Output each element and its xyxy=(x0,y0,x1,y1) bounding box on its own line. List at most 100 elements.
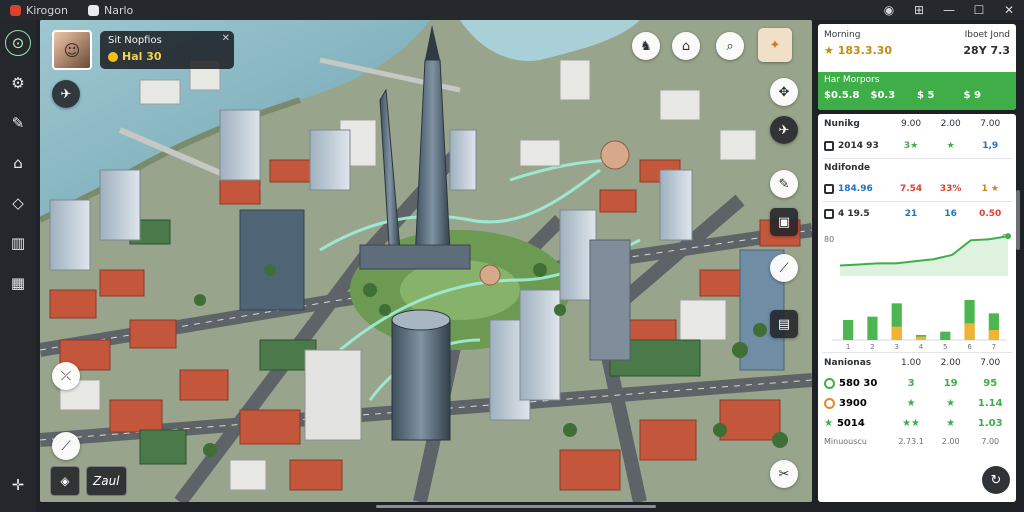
bar-tick-label: 5 xyxy=(943,343,947,350)
city-funds-value: Hal 30 xyxy=(122,50,162,63)
zone-tool-icon[interactable]: ▣ xyxy=(770,208,798,236)
count-cell: ★ xyxy=(946,397,956,409)
bar-tick-label: 4 xyxy=(919,343,924,350)
budget-value: $ 5 xyxy=(917,90,935,101)
bar-tick-label: 2 xyxy=(870,343,874,350)
pipe-tool-icon[interactable]: ⟋ xyxy=(770,254,798,282)
close-button[interactable]: ✕ xyxy=(994,0,1024,20)
ruler-icon[interactable]: ⟋ xyxy=(52,432,80,460)
table-row[interactable]: 4 19.5 21 16 0.50 xyxy=(818,202,1016,226)
count-cell: 580 30 xyxy=(839,377,878,389)
square-icon xyxy=(824,184,834,194)
building-icon[interactable]: ⌂ xyxy=(5,150,31,176)
layers-icon[interactable]: ◇ xyxy=(5,190,31,216)
bar xyxy=(940,331,951,340)
count-cell: 1.14 xyxy=(977,397,1003,409)
move-tool-icon[interactable]: ✥ xyxy=(770,78,798,106)
header-cell: 2.00 xyxy=(940,358,961,368)
count-header: Nanionas 1.00 2.00 7.00 xyxy=(818,353,1016,373)
count-cell: ★ xyxy=(906,397,916,409)
line-chart-point xyxy=(1005,233,1011,240)
table-row[interactable]: 2014 93 3★ ★ 1,9 xyxy=(818,134,1016,158)
bar-tick-label: 3 xyxy=(894,343,898,350)
city-info-card[interactable]: ☺ Sit Nopfios Hal 30 ✕ xyxy=(52,28,238,72)
detail-card: Nunikg 9.00 2.00 7.00 2014 93 3★ ★ 1,9 N… xyxy=(818,114,1016,502)
bar-tick-label: 7 xyxy=(992,343,996,350)
store-icon[interactable]: ▦ xyxy=(5,270,31,296)
bar xyxy=(843,320,854,340)
compass-icon[interactable]: ⊙ xyxy=(5,30,31,56)
road-tool-icon[interactable]: ⤫ xyxy=(52,362,80,390)
grid-icon[interactable]: ⊞ xyxy=(904,0,934,20)
edit-tool-icon[interactable]: ✎ xyxy=(770,170,798,198)
search-icon[interactable]: ⌕ xyxy=(716,32,744,60)
list-item[interactable]: 3900 ★ ★ 1.14 xyxy=(818,393,1016,413)
square-icon xyxy=(824,209,834,219)
panel-scrollbar[interactable] xyxy=(1016,190,1020,250)
header-cell: Nanionas xyxy=(824,358,872,368)
card-close-button[interactable]: ✕ xyxy=(222,33,230,44)
line-chart-svg: 809 xyxy=(824,233,1011,276)
bar-segment xyxy=(964,323,975,340)
city-funds: Hal 30 xyxy=(108,50,226,63)
header-cell: 7.00 xyxy=(980,119,1001,129)
flight-path-icon[interactable]: ✈ xyxy=(770,116,798,144)
zoom-tool-button[interactable]: Zaul xyxy=(86,466,127,496)
bulldoze-icon[interactable]: ✂ xyxy=(770,460,798,488)
shield-icon[interactable]: ◈ xyxy=(50,466,80,496)
globe-icon[interactable]: ◉ xyxy=(874,0,904,20)
header-cell: 7.00 xyxy=(980,358,1001,368)
app-tab[interactable]: Kirogon xyxy=(0,0,78,20)
gear-icon[interactable]: ⚙ xyxy=(5,70,31,96)
row-cell: 16 xyxy=(944,209,957,219)
row-cell: 2014 93 xyxy=(838,141,879,151)
fire-station-icon[interactable]: ♞ xyxy=(632,32,660,60)
airplane-icon[interactable]: ✈ xyxy=(52,80,80,108)
header-cell: 2.00 xyxy=(940,119,961,129)
second-tab-label: Narlo xyxy=(103,3,134,17)
line-chart-area xyxy=(840,236,1008,276)
section-title: Ndifonde xyxy=(824,163,871,173)
table-row[interactable]: 184.96 7.54 33% 1 ★ xyxy=(818,177,1016,201)
app-window: Kirogon Narlo ◉ ⊞ — ☐ ✕ ⊙ ⚙ ✎ ⌂ ◇ ▥ ▦ ✛ xyxy=(0,0,1024,512)
footer-cell: Minuouscu xyxy=(824,436,867,446)
maximize-button[interactable]: ☐ xyxy=(964,0,994,20)
budget-banner[interactable]: Har Morpors $0.5.8 $0.3 $ 5 $ 9 xyxy=(818,72,1016,110)
right-panel: Morning Iboet Jond ★ 183.3.30 28Y 7.3 Ha… xyxy=(818,20,1018,504)
document-icon xyxy=(87,4,99,16)
add-icon[interactable]: ✛ xyxy=(5,472,31,498)
bar-segment xyxy=(988,330,999,340)
minimize-button[interactable]: — xyxy=(934,0,964,20)
wrench-icon[interactable]: ✎ xyxy=(5,110,31,136)
row-cell: 1,9 xyxy=(982,141,999,151)
city-map-viewport[interactable]: ☺ Sit Nopfios Hal 30 ✕ ✈ ⤫ ⟋ ♞ ⌂ ⌕ ✦ ✥ ✈… xyxy=(40,20,812,502)
title-bar: Kirogon Narlo ◉ ⊞ — ☐ ✕ xyxy=(0,0,1024,20)
bar-chart-svg: 1 2 3 4 5 6 7 xyxy=(832,300,1006,351)
bottom-toolbar: ◈ Zaul xyxy=(50,466,127,496)
count-cell: ★★ xyxy=(902,417,921,429)
second-tab[interactable]: Narlo xyxy=(78,0,143,20)
bar-segment xyxy=(891,326,902,340)
zoom-tool-label: Zaul xyxy=(93,474,120,488)
star-icon: ★ xyxy=(824,417,833,429)
transport-tool-icon[interactable]: ▤ xyxy=(770,310,798,338)
footer-cell: 2.73.1 xyxy=(898,436,924,446)
book-icon[interactable]: ▥ xyxy=(5,230,31,256)
row-cell: 1 ★ xyxy=(981,184,999,194)
home-icon[interactable]: ⌂ xyxy=(672,32,700,60)
horizontal-scrollbar[interactable] xyxy=(376,505,656,508)
budget-value: $0.5.8 xyxy=(824,90,860,101)
refresh-icon[interactable]: ↻ xyxy=(982,466,1010,494)
mayor-avatar[interactable]: ☺ xyxy=(52,30,92,70)
budget-value: $0.3 xyxy=(870,90,896,101)
list-item[interactable]: 580 30 3 19 95 xyxy=(818,373,1016,393)
list-item[interactable]: ★ 5014 ★★ ★ 1.03 xyxy=(818,413,1016,433)
city-map-render xyxy=(40,20,812,502)
ring-icon xyxy=(824,377,835,389)
header-cell: Nunikg xyxy=(824,119,860,129)
map-overview-icon[interactable]: ✦ xyxy=(758,28,792,62)
left-sidebar: ⊙ ⚙ ✎ ⌂ ◇ ▥ ▦ ✛ xyxy=(0,20,36,512)
trend-line-chart: 809 xyxy=(822,228,1012,284)
row-cell: 33% xyxy=(939,184,962,194)
app-tab-label: Kirogon xyxy=(26,3,68,17)
